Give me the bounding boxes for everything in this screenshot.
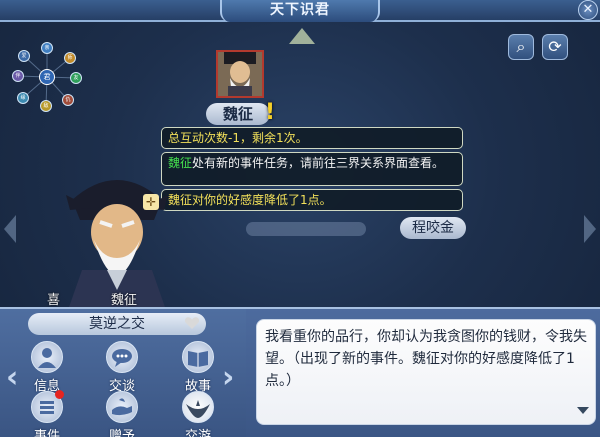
notification-dot bbox=[55, 390, 64, 399]
constellation-node[interactable]: 伴 bbox=[12, 70, 24, 82]
faded-name-plate bbox=[246, 222, 366, 236]
dialogue-text: 我看重你的品行，你却认为我贪图你的钱财，令我失望。（出现了新的事件。魏征对你的好… bbox=[265, 329, 587, 389]
action-label: 事件 bbox=[33, 429, 60, 437]
action-event-button[interactable]: 事件 bbox=[24, 390, 70, 437]
system-message: 魏征处有新的事件任务，请前往三界关系界面查看。 bbox=[161, 152, 463, 186]
constellation-center[interactable]: 君 bbox=[39, 69, 55, 85]
search-button[interactable]: ⌕ bbox=[508, 34, 534, 60]
constellation-node[interactable]: 仇 bbox=[62, 94, 74, 106]
scroll-left-arrow-icon[interactable] bbox=[4, 215, 16, 243]
system-message: 魏征对你的好感度降低了1点。 bbox=[161, 189, 463, 211]
action-socialize-button[interactable]: 交游 bbox=[175, 391, 221, 437]
next-page-chevron-icon[interactable]: › bbox=[222, 363, 234, 393]
prev-page-chevron-icon[interactable]: ‹ bbox=[6, 363, 18, 393]
constellation-node[interactable]: 友 bbox=[70, 72, 82, 84]
scroll-right-arrow-icon[interactable] bbox=[584, 215, 596, 243]
action-info-button[interactable]: 信息 bbox=[24, 341, 70, 394]
constellation-node[interactable]: 师 bbox=[64, 52, 76, 64]
scroll-up-arrow-icon[interactable] bbox=[289, 28, 315, 44]
bust-name-label: 魏征 bbox=[111, 293, 138, 308]
action-label: 交游 bbox=[184, 429, 211, 437]
gift-hand-icon bbox=[106, 391, 138, 423]
message-text: 总互动次数-1，剩余1次。 bbox=[168, 131, 308, 145]
dialogue-next-icon[interactable] bbox=[577, 407, 589, 414]
move-cross-icon[interactable]: ✛ bbox=[143, 194, 159, 210]
portrait-face-icon bbox=[218, 52, 262, 96]
list-icon bbox=[31, 390, 64, 423]
refresh-button[interactable]: ⟳ bbox=[542, 34, 568, 60]
person-icon bbox=[31, 341, 63, 373]
dialogue-box[interactable]: 我看重你的品行，你却认为我贪图你的钱财，令我失望。（出现了新的事件。魏征对你的好… bbox=[256, 319, 596, 425]
message-text: 处有新的事件任务，请前往三界关系界面查看。 bbox=[192, 156, 445, 170]
bust-illustration bbox=[66, 180, 168, 310]
action-story-button[interactable]: 故事 bbox=[175, 341, 221, 394]
bird-icon bbox=[182, 391, 214, 423]
mood-label: 喜 bbox=[47, 293, 61, 308]
message-text: 魏征对你的好感度降低了1点。 bbox=[168, 193, 332, 207]
chat-icon bbox=[106, 341, 138, 373]
action-chat-button[interactable]: 交谈 bbox=[99, 341, 145, 394]
close-button[interactable]: ✕ bbox=[578, 0, 598, 20]
system-message: 总互动次数-1，剩余1次。 bbox=[161, 127, 463, 149]
window-title: 天下识君 bbox=[220, 0, 380, 22]
action-label: 赠予 bbox=[108, 429, 135, 437]
alert-exclamation-icon[interactable]: ! bbox=[265, 100, 275, 125]
other-character-name[interactable]: 程咬金 bbox=[400, 217, 466, 239]
character-bust bbox=[62, 160, 172, 310]
game-stage: 天下识君 ✕ 亲 师 友 仇 敌 缘 伴 爱 君 ⌕ ⟳ 魏征 ! 程咬金 总互… bbox=[0, 0, 600, 437]
heart-icon bbox=[184, 317, 200, 329]
constellation-node[interactable]: 亲 bbox=[41, 42, 53, 54]
relationship-constellation[interactable]: 亲 师 友 仇 敌 缘 伴 爱 君 bbox=[10, 40, 85, 115]
character-portrait[interactable] bbox=[216, 50, 264, 98]
constellation-node[interactable]: 缘 bbox=[17, 92, 29, 104]
book-icon bbox=[182, 341, 214, 373]
action-gift-button[interactable]: 赠予 bbox=[99, 391, 145, 437]
constellation-node[interactable]: 敌 bbox=[40, 100, 52, 112]
relation-title: 莫逆之交 bbox=[28, 313, 206, 335]
constellation-node[interactable]: 爱 bbox=[18, 50, 30, 62]
center-character-name: 魏征 bbox=[206, 103, 270, 125]
